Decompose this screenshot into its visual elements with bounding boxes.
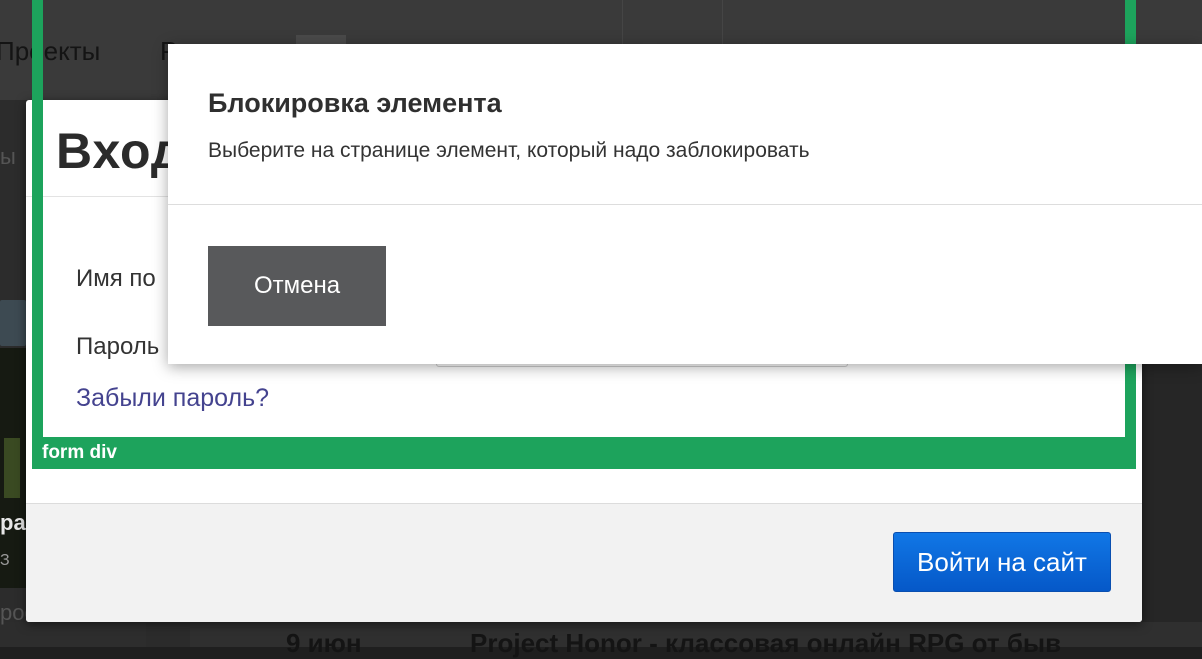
site-left-sidebar: ы ра З <box>0 100 28 647</box>
sidebar-text: З <box>0 552 10 569</box>
block-element-dialog: Блокировка элемента Выберите на странице… <box>168 44 1202 364</box>
cancel-button[interactable]: Отмена <box>208 246 386 326</box>
divider <box>168 204 1202 205</box>
sidebar-thumbnail <box>0 300 26 346</box>
news-headline: Project Honor - классовая онлайн RPG от … <box>470 628 1062 658</box>
sidebar-text: ы <box>0 144 16 169</box>
site-bottom-left: рое <box>0 600 146 647</box>
block-dialog-description: Выберите на странице элемент, который на… <box>208 139 810 162</box>
forgot-password-link[interactable]: Забыли пароль? <box>76 384 269 413</box>
login-footer: Войти на сайт <box>26 504 1142 622</box>
login-submit-button[interactable]: Войти на сайт <box>893 532 1111 592</box>
password-label: Пароль <box>76 333 160 360</box>
site-news-row: 9 июн Project Honor - классовая онлайн R… <box>190 622 1202 658</box>
login-title: Вход <box>56 123 184 179</box>
block-dialog-title: Блокировка элемента <box>208 88 502 118</box>
news-date: 9 июн <box>286 628 362 658</box>
username-label: Имя по <box>76 265 156 292</box>
sidebar-text: ра <box>0 510 26 535</box>
nav-item-projects: Проекты <box>0 36 101 66</box>
